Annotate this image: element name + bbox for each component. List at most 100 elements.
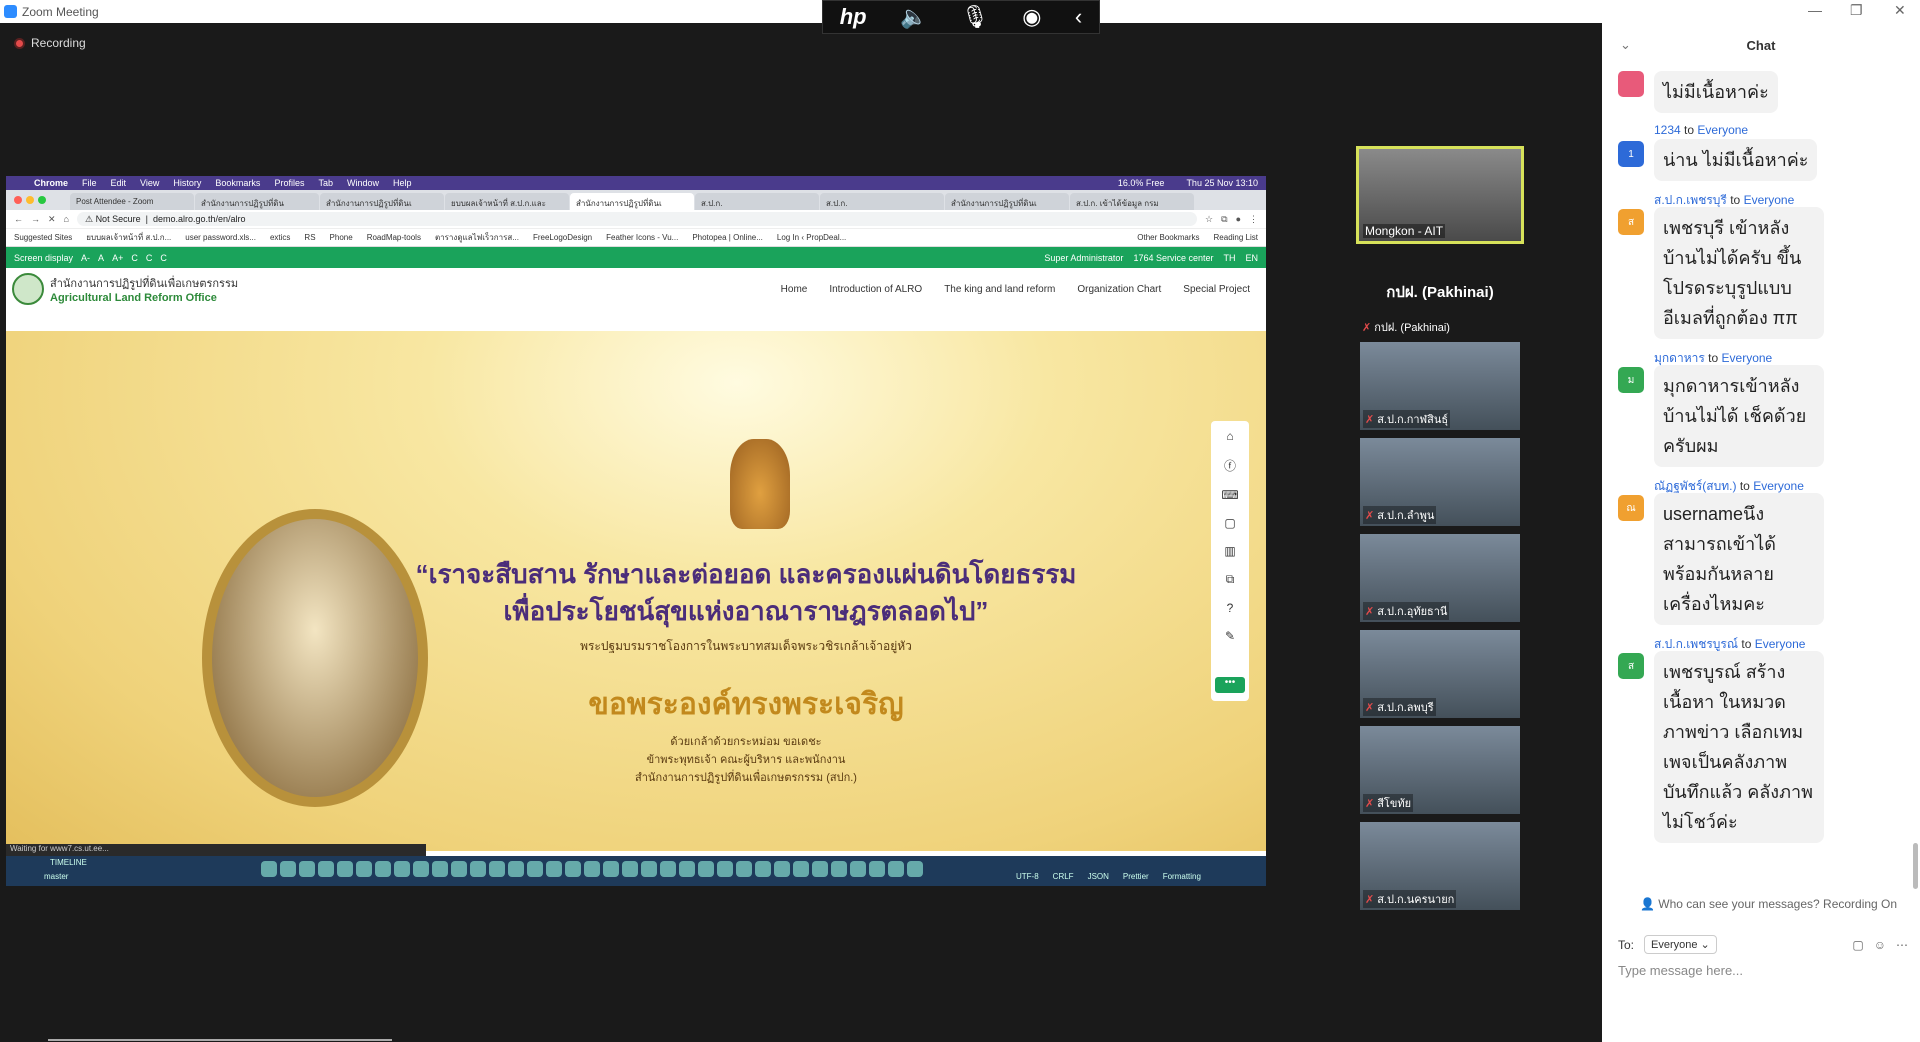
nav-king-land-reform[interactable]: The king and land reform [944,284,1055,295]
app-icon[interactable] [641,861,657,877]
app-icon[interactable] [337,861,353,877]
branch-label[interactable]: master [44,872,68,881]
menu-chrome[interactable]: Chrome [34,178,68,188]
chevron-down-icon[interactable]: ⌄ [1620,37,1631,53]
contrast-button[interactable]: C [160,253,167,263]
bookmark[interactable]: ยบบผลเจ้าหน้าที่ ส.ป.ก... [86,231,171,244]
app-icon[interactable] [603,861,619,877]
more-icon[interactable]: ⋯ [1896,938,1908,952]
comment-icon[interactable]: ▢ [1224,516,1235,530]
extensions-icon[interactable]: ⧉ [1221,214,1227,225]
speaker-icon[interactable]: 🔈 [900,4,927,30]
bookmark[interactable]: RS [304,233,315,242]
privacy-notice[interactable]: 👤 Who can see your messages? Recording O… [1640,897,1897,911]
home-icon[interactable]: ⌂ [1226,429,1233,443]
app-icon[interactable] [812,861,828,877]
vscode-status[interactable]: Formatting [1163,872,1201,881]
bookmark[interactable]: ตารางดูแลไฟเร็วการส... [435,231,519,244]
menu-history[interactable]: History [173,178,201,188]
app-icon[interactable] [394,861,410,877]
recording-indicator[interactable]: Recording [14,36,86,50]
browser-tab[interactable]: Post Attendee - Zoom [70,193,194,210]
message-bubble[interactable]: usernameนึง สามารถเข้าได้พร้อมกันหลายเคร… [1654,493,1824,625]
service-center-link[interactable]: 1764 Service center [1133,253,1213,263]
bookmark[interactable]: Log In ‹ PropDeal... [777,233,846,242]
message-bubble[interactable]: น่าน ไม่มีเนื้อหาค่ะ [1654,139,1818,181]
nav-organization-chart[interactable]: Organization Chart [1077,284,1161,295]
bookmark[interactable]: user password.xls... [185,233,256,242]
message-sender[interactable]: ส.ป.ก.เพชรบุรี to Everyone [1654,191,1824,207]
app-icon[interactable] [793,861,809,877]
font-size-large-button[interactable]: A+ [112,253,123,263]
app-icon[interactable] [470,861,486,877]
menu-profiles[interactable]: Profiles [274,178,304,188]
message-sender[interactable]: มุกดาหาร to Everyone [1654,349,1824,365]
participant-video[interactable]: ✗ ส.ป.ก.อุทัยธานี [1360,534,1520,622]
edit-icon[interactable]: ✎ [1225,629,1235,643]
app-icon[interactable] [850,861,866,877]
help-icon[interactable]: ? [1227,601,1234,615]
bookmark[interactable]: Phone [330,233,353,242]
chevron-left-icon[interactable]: ‹ [1075,4,1082,30]
bookmark[interactable]: Feather Icons - Vu... [606,233,678,242]
forward-icon[interactable]: → [31,214,40,224]
sitemap-icon[interactable]: ⧉ [1226,572,1235,587]
app-icon[interactable] [489,861,505,877]
message-sender[interactable]: ณัฏฐพัชร์(สบท.) to Everyone [1654,477,1824,493]
lang-en[interactable]: EN [1245,253,1258,263]
message-input[interactable]: Type message here... [1618,963,1743,978]
admin-link[interactable]: Super Administrator [1044,253,1123,263]
menu-bookmarks[interactable]: Bookmarks [215,178,260,188]
message-sender[interactable]: ส.ป.ก.เพชรบูรณ์ to Everyone [1654,635,1824,651]
app-icon[interactable] [546,861,562,877]
bookmark[interactable]: RoadMap-tools [367,233,421,242]
bookmark[interactable]: Reading List [1214,233,1258,242]
app-icon[interactable] [565,861,581,877]
message-sender[interactable]: 1234 to Everyone [1654,123,1817,139]
app-icon[interactable] [527,861,543,877]
message-bubble[interactable]: เพชรบูรณ์ สร้างเนื้อหา ในหมวดภาพข่าว เลื… [1654,651,1824,843]
active-speaker-video[interactable]: Mongkon - AIT [1356,146,1524,244]
app-icon[interactable] [698,861,714,877]
bookmark[interactable]: Photopea | Online... [692,233,763,242]
app-icon[interactable] [299,861,315,877]
contrast-button[interactable]: C [131,253,138,263]
nav-introduction[interactable]: Introduction of ALRO [829,284,922,295]
message-bubble[interactable]: เพชรบุรี เข้าหลังบ้านไม่ได้ครับ ขึ้นโปรด… [1654,207,1824,339]
participant-video[interactable]: ✗ ส.ป.ก.ลำพูน [1360,438,1520,526]
home-icon[interactable]: ⌂ [64,214,69,224]
menu-view[interactable]: View [140,178,159,188]
app-icon[interactable] [831,861,847,877]
app-icon[interactable] [736,861,752,877]
browser-tab[interactable]: ส.ป.ก. เข้าได้ข้อมูล กรม [1070,193,1194,210]
bookmark[interactable]: Other Bookmarks [1137,233,1199,242]
bookmark[interactable]: extics [270,233,290,242]
app-icon[interactable] [907,861,923,877]
vscode-status[interactable]: CRLF [1053,872,1074,881]
chart-icon[interactable]: ▥ [1224,544,1235,558]
app-icon[interactable] [869,861,885,877]
contrast-button[interactable]: C [146,253,153,263]
browser-tab[interactable]: ยบบผลเจ้าหน้าที่ ส.ป.ก.และ [445,193,569,210]
back-icon[interactable]: ← [14,214,23,224]
more-button[interactable]: ••• [1215,677,1245,693]
alro-logo[interactable] [12,273,44,305]
file-icon[interactable]: ▢ [1852,938,1863,952]
minimize-dot-icon[interactable] [26,196,34,204]
hp-logo-icon[interactable]: hp [840,4,867,30]
menu-edit[interactable]: Edit [111,178,127,188]
browser-tab[interactable]: ส.ป.ก. [820,193,944,210]
app-icon[interactable] [451,861,467,877]
close-button[interactable]: ✕ [1894,2,1906,19]
app-icon[interactable] [774,861,790,877]
chat-scrollbar[interactable] [1913,843,1918,889]
zoom-dot-icon[interactable] [38,196,46,204]
nav-special-project[interactable]: Special Project [1183,284,1250,295]
app-icon[interactable] [584,861,600,877]
participant-video[interactable]: ✗ สีโขทัย [1360,726,1520,814]
url-field[interactable]: ⚠ Not Secure | demo.alro.go.th/en/alro [76,212,1198,226]
app-icon[interactable] [432,861,448,877]
menu-tab[interactable]: Tab [318,178,333,188]
vscode-status[interactable]: JSON [1088,872,1109,881]
app-icon[interactable] [356,861,372,877]
